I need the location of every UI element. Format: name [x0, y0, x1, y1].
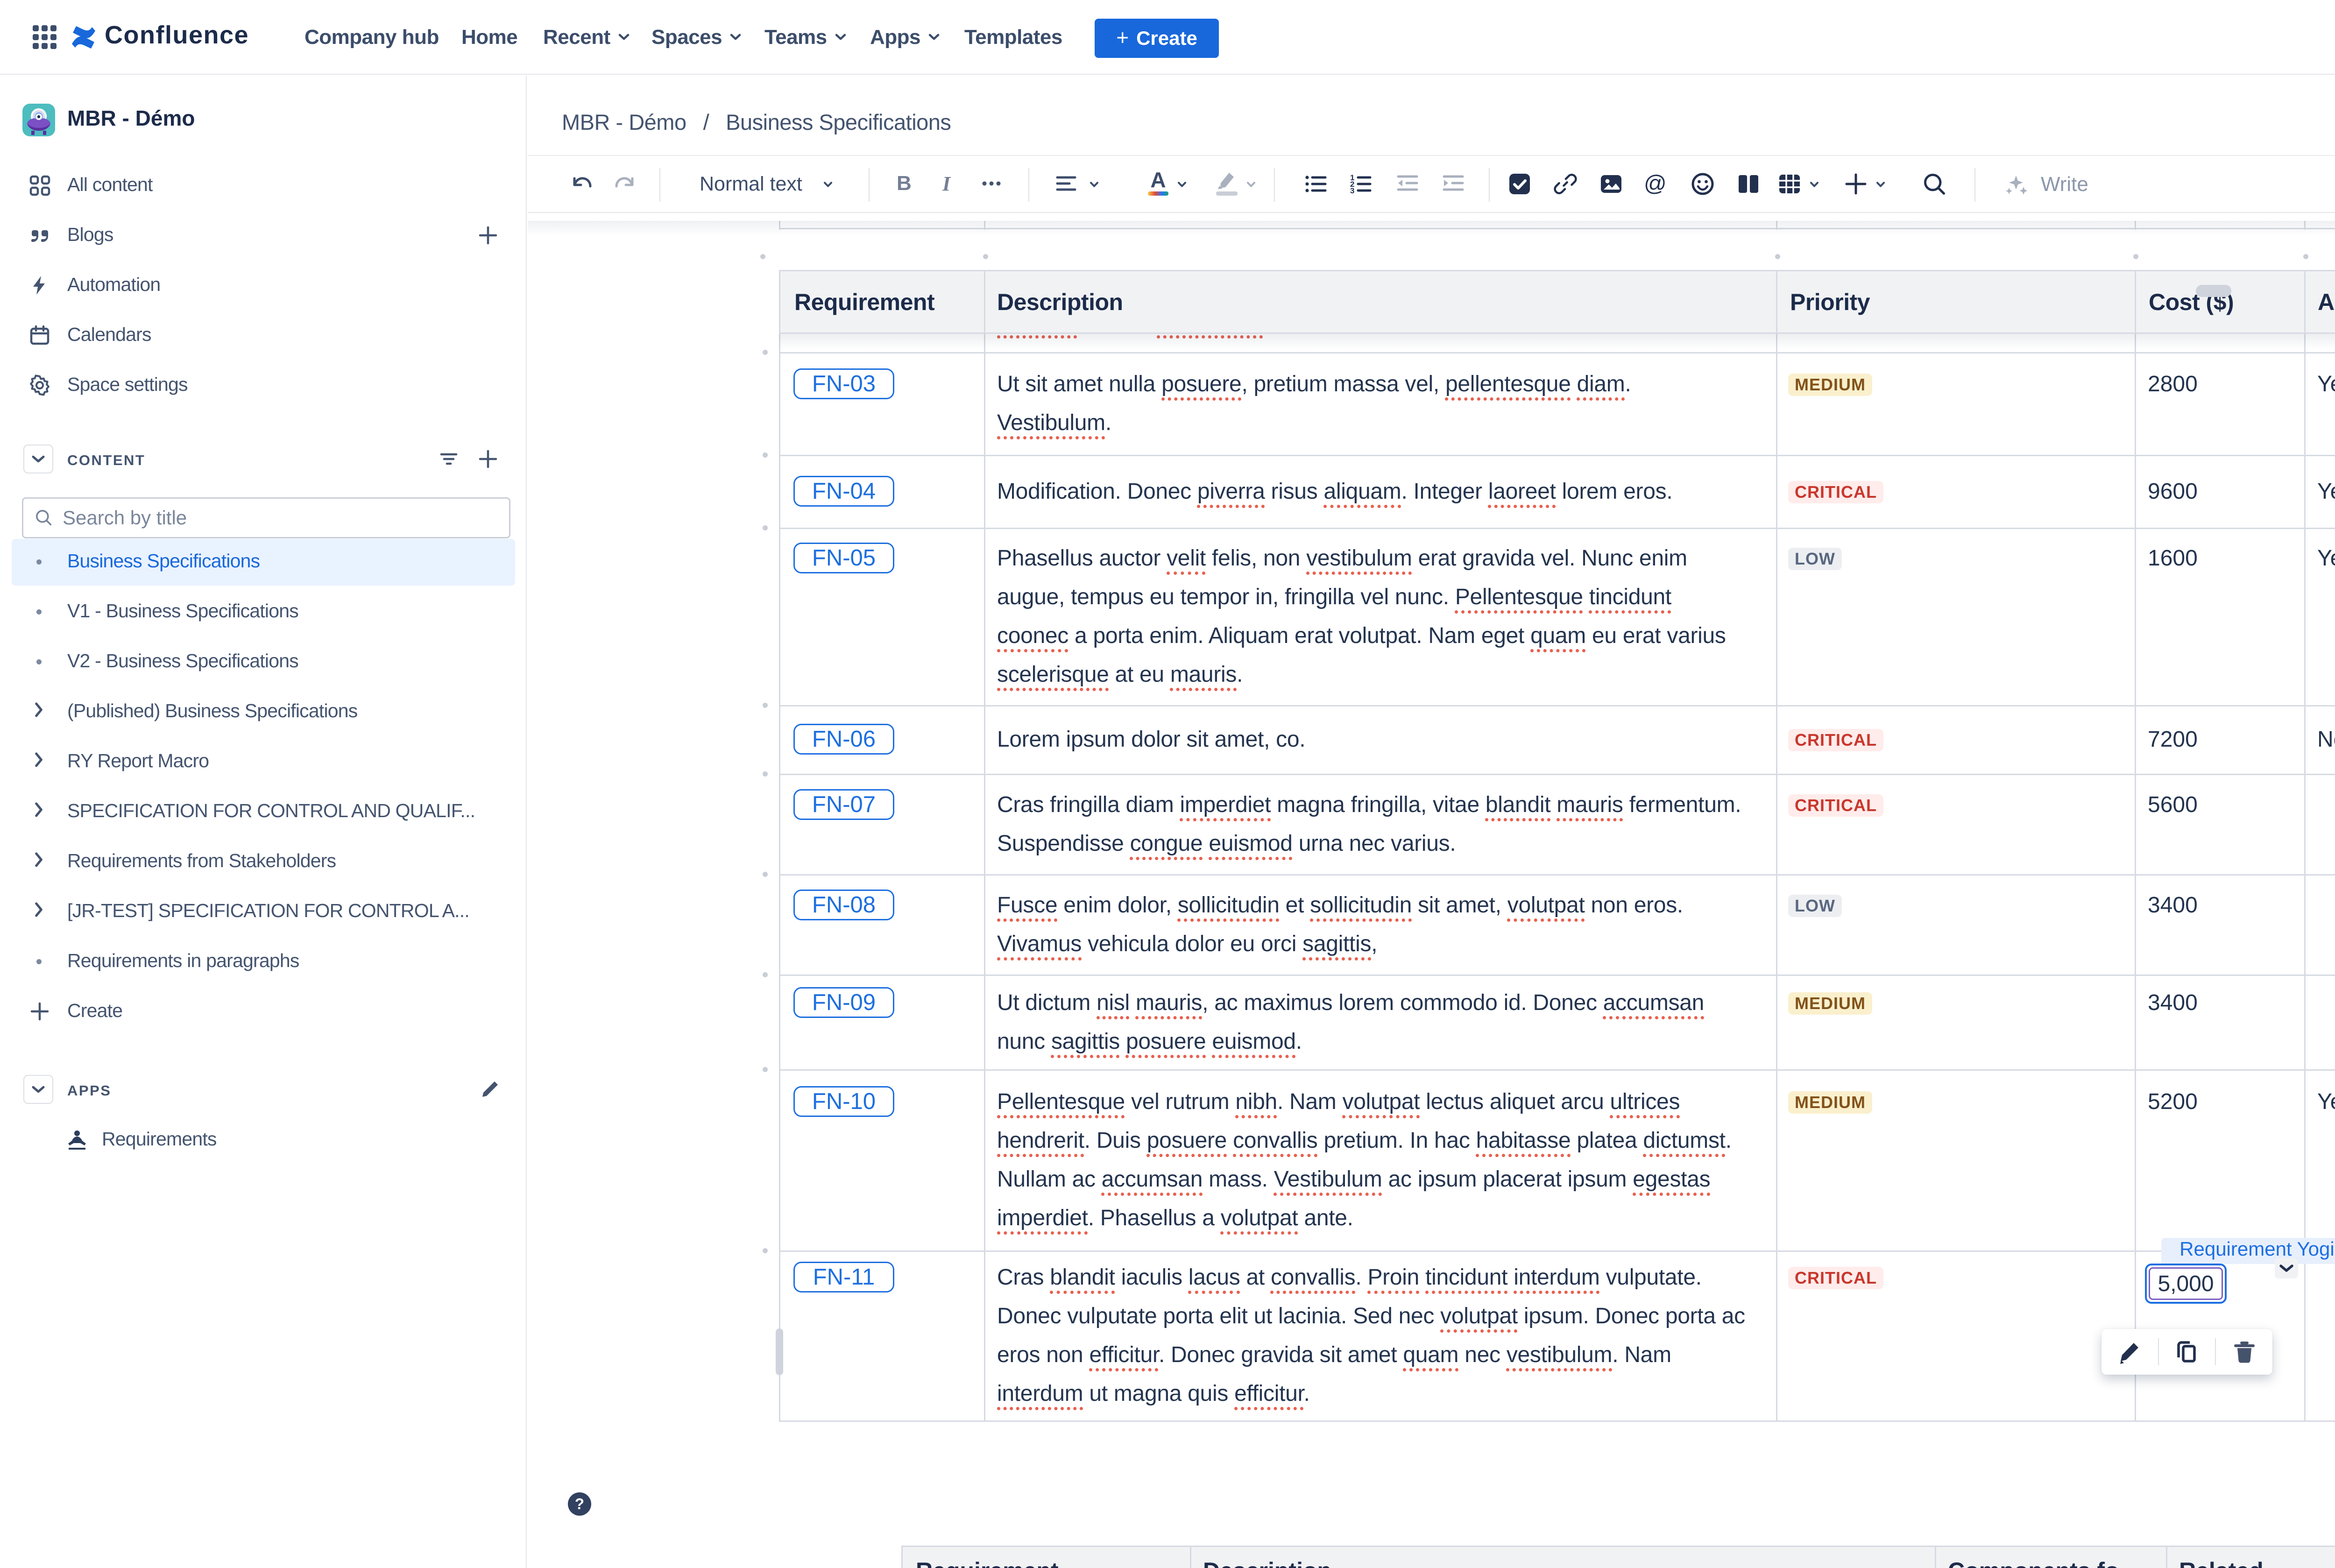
svg-text:3: 3 [1350, 186, 1354, 195]
